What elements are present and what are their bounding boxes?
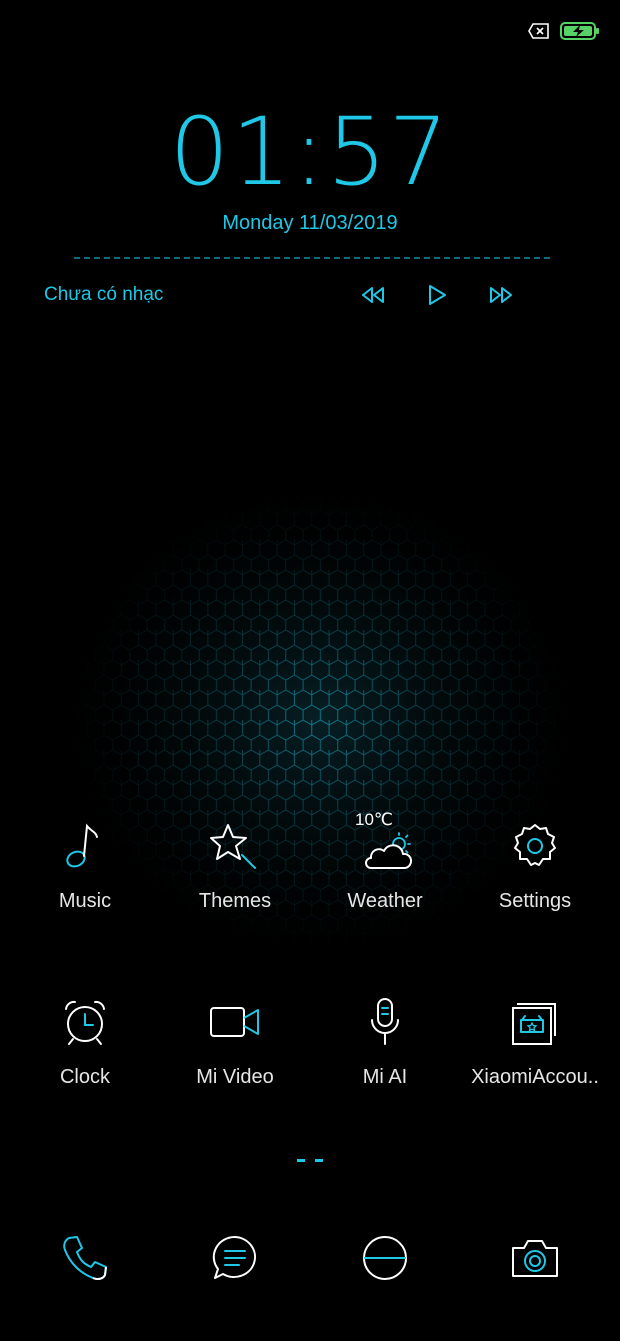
app-label: Music [58,890,112,912]
no-sim-icon [528,23,550,44]
fast-forward-button[interactable] [484,282,518,308]
music-note-icon [55,816,115,876]
music-controls [356,282,518,308]
video-camera-icon [205,992,265,1052]
battery-charging-icon [560,22,600,45]
messages-icon [212,1235,257,1279]
lockscreen-date: Monday 11/03/2019 [222,212,398,234]
app-label: Themes [198,890,272,912]
app-label: Weather [347,890,423,912]
app-weather[interactable]: 10℃ Weather [310,810,460,913]
app-label: Mi Video [196,1066,274,1088]
app-label: Mi AI [362,1066,408,1088]
gear-icon [505,816,565,876]
xiaomi-account-icon [505,992,565,1052]
app-mi-video[interactable]: Mi Video [160,992,310,1089]
play-button[interactable] [420,282,454,308]
browser-icon [363,1236,407,1280]
fast-forward-icon [490,287,512,303]
rewind-icon [362,287,384,303]
music-status: Chưa có nhạc [44,284,164,305]
app-themes[interactable]: Themes [160,816,310,913]
app-row-2: Clock Mi Video Mi AI XiaomiAccou.. [0,992,620,1089]
page-indicator [0,1159,620,1162]
dock-camera[interactable] [460,1232,610,1284]
star-wand-icon [205,816,265,876]
app-settings[interactable]: Settings [460,816,610,913]
rewind-button[interactable] [356,282,390,308]
camera-icon [512,1240,558,1277]
page-dot-active[interactable] [297,1159,305,1162]
app-mi-ai[interactable]: Mi AI [310,992,460,1089]
app-label: Clock [59,1066,110,1088]
lockscreen-time: 01:57 [169,98,451,207]
phone-icon [63,1236,107,1280]
microphone-icon [355,992,415,1052]
page-dot[interactable] [315,1159,323,1162]
dock [0,1232,620,1284]
alarm-clock-icon [55,992,115,1052]
app-xiaomi-account[interactable]: XiaomiAccou.. [460,992,610,1089]
app-music[interactable]: Music [10,816,160,913]
app-row-1: Music Themes 10℃ Weather Settings [0,810,620,913]
dock-messages[interactable] [160,1232,310,1284]
status-bar [528,22,600,45]
app-label: Settings [498,890,572,912]
cloud-sun-icon: 10℃ [355,810,415,876]
dock-browser[interactable] [310,1232,460,1284]
app-label: XiaomiAccou.. [471,1066,599,1088]
play-icon [429,285,446,305]
app-clock[interactable]: Clock [10,992,160,1089]
divider [74,257,550,259]
dock-phone[interactable] [10,1232,160,1284]
